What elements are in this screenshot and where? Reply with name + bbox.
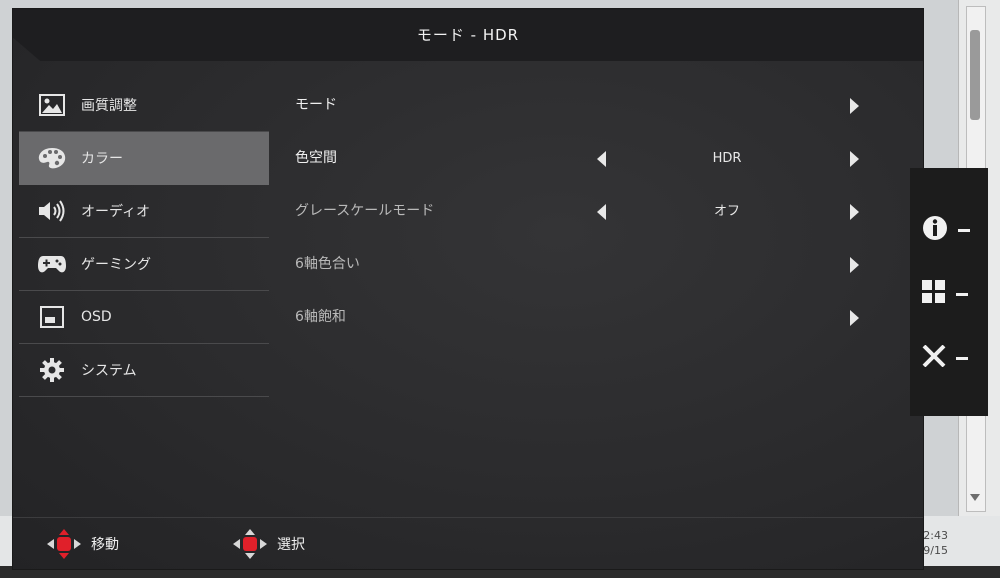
hotkey-grid[interactable] <box>922 274 982 314</box>
option-value: オフ <box>713 204 740 219</box>
hotkey-dash <box>958 228 970 232</box>
sidebar-item-color[interactable]: カラー <box>19 132 269 185</box>
hint-move-label: 移動 <box>91 537 119 553</box>
option-label: 6軸色合い <box>295 256 360 272</box>
dpad-move-icon <box>47 529 81 559</box>
arrow-right-icon[interactable] <box>850 151 859 167</box>
speaker-icon <box>35 196 69 226</box>
option-6axis-saturation[interactable]: 6軸飽和 <box>295 291 859 344</box>
hint-move: 移動 <box>47 529 119 559</box>
osd-title: モード - HDR <box>416 26 520 44</box>
arrow-right-icon[interactable] <box>850 204 859 220</box>
close-icon <box>922 344 946 371</box>
sidebar-item-audio[interactable]: オーディオ <box>19 185 269 238</box>
hotkey-panel <box>910 168 988 416</box>
hotkey-dash <box>956 292 968 296</box>
background-scrollbar-thumb[interactable] <box>970 30 980 120</box>
option-label: モード <box>295 97 337 113</box>
sidebar-item-osd[interactable]: OSD <box>19 291 269 344</box>
gamepad-icon <box>35 249 69 279</box>
hotkey-info[interactable] <box>922 210 982 250</box>
grid-icon <box>922 280 946 308</box>
osd-sidebar: 画質調整 カラー オーディオ ゲーミング OSD システム <box>19 79 269 397</box>
sidebar-item-gaming[interactable]: ゲーミング <box>19 238 269 291</box>
arrow-right-icon[interactable] <box>850 98 859 114</box>
sidebar-item-picture[interactable]: 画質調整 <box>19 79 269 132</box>
option-color-space[interactable]: 色空間 HDR <box>295 132 859 185</box>
bottom-divider <box>13 517 923 518</box>
sidebar-item-label: オーディオ <box>81 204 151 220</box>
arrow-right-icon[interactable] <box>850 257 859 273</box>
palette-icon <box>35 143 69 173</box>
sidebar-item-label: 画質調整 <box>81 98 137 114</box>
osd-options: モード 色空間 HDR グレースケールモード オフ 6軸色合い 6軸飽和 <box>295 79 859 344</box>
sidebar-item-label: ゲーミング <box>81 257 151 273</box>
hint-select: 選択 <box>233 529 305 559</box>
sidebar-item-label: OSD <box>81 309 112 325</box>
scroll-down-arrow-icon[interactable] <box>970 494 980 501</box>
option-grayscale-mode[interactable]: グレースケールモード オフ <box>295 185 859 238</box>
hotkey-close[interactable] <box>922 338 982 378</box>
dpad-select-icon <box>233 529 267 559</box>
osd-window-icon <box>35 302 69 332</box>
option-label: 6軸飽和 <box>295 309 346 325</box>
hint-select-label: 選択 <box>277 537 305 553</box>
arrow-left-icon[interactable] <box>597 151 606 167</box>
option-value: HDR <box>712 151 742 166</box>
picture-icon <box>35 90 69 120</box>
option-label: グレースケールモード <box>295 203 435 219</box>
gear-icon <box>35 355 69 385</box>
option-label: 色空間 <box>295 150 337 166</box>
sidebar-item-label: システム <box>81 363 137 379</box>
hotkey-dash <box>956 356 968 360</box>
sidebar-item-label: カラー <box>81 151 123 167</box>
option-6axis-hue[interactable]: 6軸色合い <box>295 238 859 291</box>
osd-menu: モード - HDR 画質調整 カラー オーディオ ゲーミング OSD システム … <box>12 8 924 570</box>
arrow-left-icon[interactable] <box>597 204 606 220</box>
arrow-right-icon[interactable] <box>850 310 859 326</box>
option-mode[interactable]: モード <box>295 79 859 132</box>
sidebar-item-system[interactable]: システム <box>19 344 269 397</box>
info-icon <box>922 215 948 245</box>
